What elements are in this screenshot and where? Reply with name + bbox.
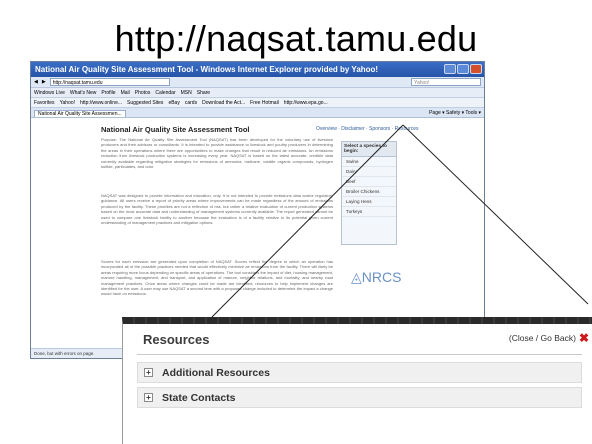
expand-icon[interactable]: +: [144, 393, 153, 402]
expand-icon[interactable]: +: [144, 368, 153, 377]
back-icon[interactable]: ◀: [34, 79, 38, 85]
page-nav-links[interactable]: Overview · Disclaimer · Sponsors · Resou…: [316, 126, 419, 132]
toolbar-item[interactable]: MSN: [181, 90, 192, 96]
accordion-label: State Contacts: [162, 391, 236, 404]
tab-tools[interactable]: Page ▾ Safety ▾ Tools ▾: [429, 110, 481, 116]
favorites-bar: Favorites Yahoo! http://www.online... Sugge…: [31, 98, 484, 108]
species-panel: Select a species to begin: Swine Dairy Bee…: [341, 141, 397, 245]
favorites-item[interactable]: Suggested Sites: [127, 100, 163, 106]
favorites-item[interactable]: http://www.epa.go...: [284, 100, 328, 106]
favorites-item[interactable]: Free Hotmail: [250, 100, 279, 106]
toolbar-item[interactable]: Calendar: [155, 90, 175, 96]
disclaimer-paragraph: NAQSAT was designed to provide informati…: [101, 193, 333, 226]
favorites-item[interactable]: Favorites: [34, 100, 55, 106]
accordion-label: Additional Resources: [162, 366, 270, 379]
browser-window-screenshot: National Air Quality Site Assessment Too…: [30, 61, 485, 359]
species-link-broiler-chickens[interactable]: Broiler Chickens: [342, 187, 396, 197]
favorites-item[interactable]: Download the Act...: [202, 100, 245, 106]
zoom-strip: [123, 317, 592, 324]
address-input[interactable]: http://naqsat.tamu.edu: [49, 78, 170, 86]
species-link-dairy[interactable]: Dairy: [342, 167, 396, 177]
browser-title: National Air Quality Site Assessment Too…: [35, 65, 379, 74]
species-link-swine[interactable]: Swine: [342, 157, 396, 167]
resources-title: Resources: [143, 332, 210, 347]
tab-bar: National Air Quality Site Assessmen... P…: [31, 108, 484, 118]
purpose-paragraph: Purpose: The National Air Quality Site A…: [101, 137, 333, 170]
toolbar-item[interactable]: What's New: [70, 90, 97, 96]
species-panel-heading: Select a species to begin:: [342, 142, 396, 157]
slide-url-title: http://naqsat.tamu.edu: [114, 18, 478, 59]
favorites-item[interactable]: http://www.online...: [80, 100, 122, 106]
accordion-state-contacts[interactable]: + State Contacts: [137, 387, 582, 408]
favorites-item[interactable]: cards: [185, 100, 197, 106]
live-toolbar: Windows Live What's New Profile Mail Photos C…: [31, 88, 484, 98]
toolbar-item[interactable]: Profile: [101, 90, 115, 96]
divider: [137, 354, 582, 355]
minimize-icon[interactable]: [444, 64, 456, 74]
close-icon[interactable]: ✖: [579, 332, 589, 344]
close-go-back-label: (Close / Go Back): [508, 333, 576, 343]
toolbar-item[interactable]: Share: [197, 90, 210, 96]
species-link-turkeys[interactable]: Turkeys: [342, 207, 396, 217]
toolbar-item[interactable]: Mail: [121, 90, 130, 96]
accordion-additional-resources[interactable]: + Additional Resources: [137, 362, 582, 383]
page-heading: National Air Quality Site Assessment Too…: [101, 125, 250, 134]
forward-icon[interactable]: ▶: [42, 79, 46, 85]
search-input[interactable]: Yahoo!: [411, 78, 481, 86]
maximize-icon[interactable]: [457, 64, 469, 74]
page-content: National Air Quality Site Assessment Too…: [31, 119, 484, 350]
nrcs-logo: ◬NRCS: [351, 269, 402, 285]
scores-paragraph: Scores for each emission are generated u…: [101, 259, 333, 297]
close-go-back-button[interactable]: (Close / Go Back) ✖: [508, 332, 589, 344]
browser-title-bar: National Air Quality Site Assessment Too…: [31, 62, 484, 77]
species-link-beef[interactable]: Beef: [342, 177, 396, 187]
window-controls: [444, 64, 482, 74]
toolbar-item[interactable]: Windows Live: [34, 90, 65, 96]
toolbar-item[interactable]: Photos: [135, 90, 151, 96]
window-close-icon[interactable]: [470, 64, 482, 74]
favorites-item[interactable]: Yahoo!: [60, 100, 75, 106]
species-link-laying-hens[interactable]: Laying Hens: [342, 197, 396, 207]
nrcs-logo-icon: ◬: [351, 269, 362, 285]
address-bar: ◀ ▶ http://naqsat.tamu.edu Yahoo!: [31, 77, 484, 88]
species-list: Swine Dairy Beef Broiler Chickens Laying Hen…: [342, 157, 396, 217]
resources-zoom-panel: Resources (Close / Go Back) ✖ + Addition…: [122, 317, 592, 444]
tab-naqsat[interactable]: National Air Quality Site Assessmen...: [34, 110, 126, 117]
favorites-item[interactable]: eBay: [168, 100, 179, 106]
